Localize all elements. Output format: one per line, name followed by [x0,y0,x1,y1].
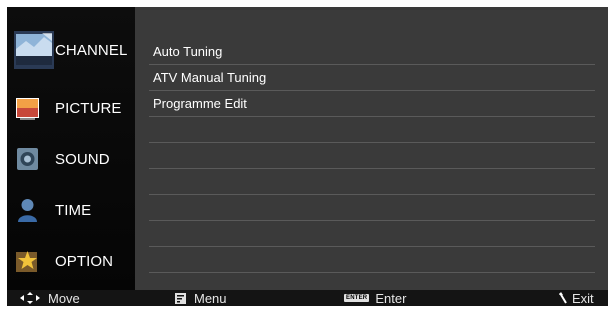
menu-label: Menu [194,290,227,306]
menu-item-empty [149,143,595,169]
picture-icon [16,96,39,120]
enter-label: Enter [375,290,407,306]
key-hint-bar: Move Menu ENTER Enter Exit [7,290,608,306]
sidebar-item-option[interactable]: OPTION [7,236,135,286]
tv-osd-menu: CHANNEL PICTURE SOUND TIME OPTION Auto T… [7,7,608,306]
sidebar-item-label: SOUND [55,150,110,168]
menu-item-empty [149,169,595,195]
sidebar-item-label: TIME [55,201,92,219]
exit-hint: Exit [558,290,594,306]
menu-item-empty [149,117,595,143]
menu-item-auto-tuning[interactable]: Auto Tuning [149,39,595,65]
sidebar-item-channel[interactable]: CHANNEL [7,25,135,75]
category-sidebar: CHANNEL PICTURE SOUND TIME OPTION [7,7,135,290]
menu-item-empty [149,247,595,273]
sidebar-item-time[interactable]: TIME [7,185,135,235]
enter-hint: ENTER Enter [344,290,406,306]
menu-key-icon [175,292,186,304]
menu-hint: Menu [175,290,227,306]
menu-item-label: ATV Manual Tuning [153,70,267,85]
exit-return-icon [558,292,568,304]
time-icon [16,198,39,222]
menu-item-programme-edit[interactable]: Programme Edit [149,91,595,117]
enter-key-icon: ENTER [344,294,370,302]
sidebar-item-label: PICTURE [55,99,122,117]
menu-item-label: Auto Tuning [153,44,223,59]
channel-icon [14,31,54,69]
sidebar-item-label: OPTION [55,252,114,270]
menu-item-empty [149,221,595,247]
move-label: Move [48,290,80,306]
dpad-icon [20,292,40,304]
move-hint: Move [20,290,80,306]
sound-icon [16,147,39,171]
sidebar-item-picture[interactable]: PICTURE [7,83,135,133]
menu-item-empty [149,195,595,221]
menu-item-label: Programme Edit [153,96,247,111]
sidebar-item-label: CHANNEL [55,41,128,59]
menu-item-atv-manual-tuning[interactable]: ATV Manual Tuning [149,65,595,91]
exit-label: Exit [572,290,594,306]
sidebar-item-sound[interactable]: SOUND [7,134,135,184]
channel-menu-panel: Auto Tuning ATV Manual Tuning Programme … [135,7,608,290]
option-icon [16,249,39,273]
